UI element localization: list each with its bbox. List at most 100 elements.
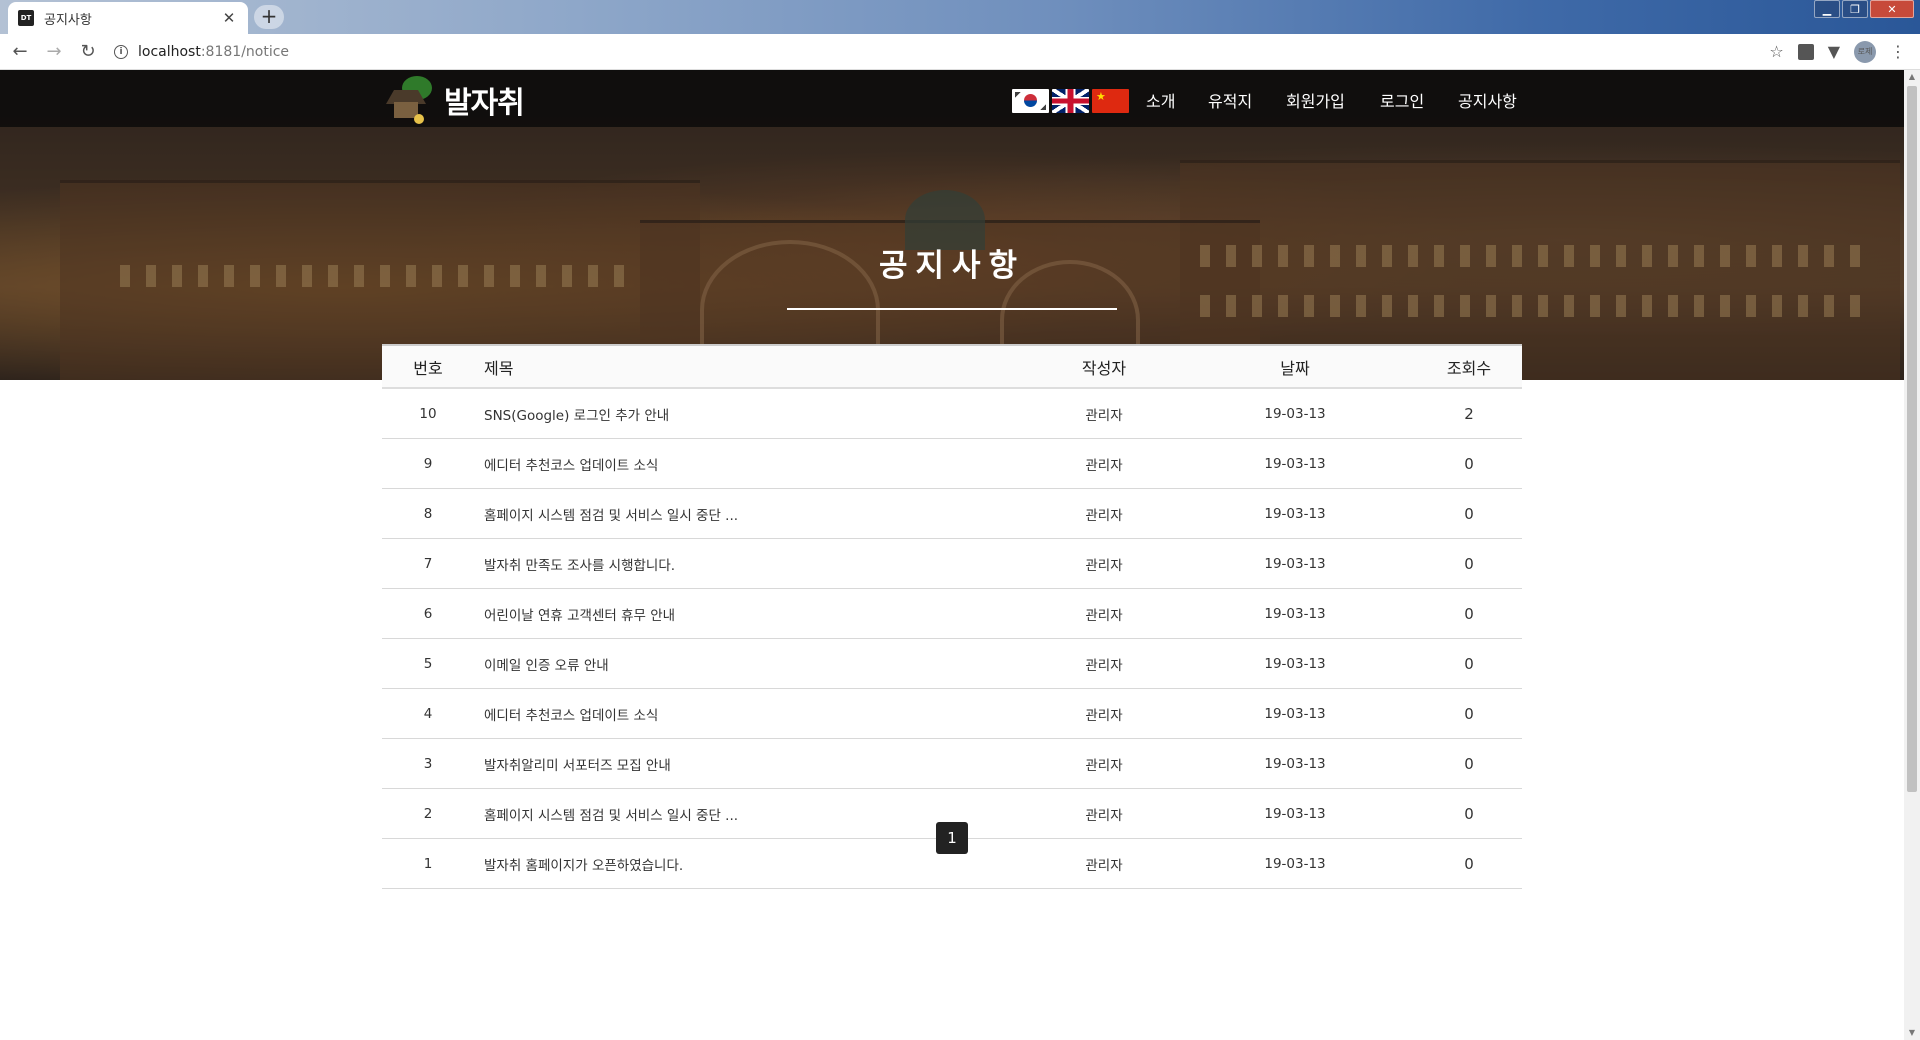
scroll-down-icon[interactable]: ▼ xyxy=(1904,1026,1920,1040)
row-views: 0 xyxy=(1464,754,1474,773)
china-flag-icon[interactable] xyxy=(1092,89,1129,113)
row-writer: 관리자 xyxy=(1085,507,1123,524)
korea-flag-icon[interactable] xyxy=(1012,89,1049,113)
title-underline xyxy=(787,308,1117,310)
row-no: 7 xyxy=(423,555,433,572)
header-views: 조회수 xyxy=(1446,358,1492,378)
bookmark-star-icon[interactable]: ☆ xyxy=(1769,42,1783,61)
site-info-icon[interactable]: i xyxy=(114,44,128,59)
row-views: 0 xyxy=(1464,454,1474,473)
header-writer: 작성자 xyxy=(1081,358,1127,378)
table-row[interactable]: 6 어린이날 연휴 고객센터 휴무 안내 관리자 19-03-13 0 xyxy=(382,589,1522,639)
table-row[interactable]: 3 발자취알리미 서포터즈 모집 안내 관리자 19-03-13 0 xyxy=(382,739,1522,789)
row-writer: 관리자 xyxy=(1085,607,1123,624)
address-bar: ← → ↻ i localhost:8181/notice ☆ I ▼ 로제 ⋮ xyxy=(0,34,1920,70)
table-row[interactable]: 4 에디터 추천코스 업데이트 소식 관리자 19-03-13 0 xyxy=(382,689,1522,739)
window-controls: ▁ ❐ ✕ xyxy=(1814,0,1914,18)
row-title-link[interactable]: 발자취 만족도 조사를 시행합니다. xyxy=(474,554,1034,574)
reload-icon[interactable]: ↻ xyxy=(74,38,102,66)
row-title-link[interactable]: 홈페이지 시스템 점검 및 서비스 일시 중단 ... xyxy=(474,804,1034,824)
nav-item-login[interactable]: 로그인 xyxy=(1380,88,1424,112)
forward-arrow-icon[interactable]: → xyxy=(40,38,68,66)
nav-item-sites[interactable]: 유적지 xyxy=(1208,88,1252,112)
scroll-up-icon[interactable]: ▲ xyxy=(1904,70,1920,84)
hero-banner: 발자취 소개 유적지 회원가입 로그인 공지사항 공지사항 xyxy=(0,70,1904,380)
row-views: 0 xyxy=(1464,554,1474,573)
menu-kebab-icon[interactable]: ⋮ xyxy=(1890,42,1906,61)
table-row[interactable]: 5 이메일 인증 오류 안내 관리자 19-03-13 0 xyxy=(382,639,1522,689)
scroll-thumb[interactable] xyxy=(1907,86,1917,792)
row-no: 4 xyxy=(423,705,433,722)
row-date: 19-03-13 xyxy=(1264,705,1326,722)
nav-item-signup[interactable]: 회원가입 xyxy=(1286,88,1345,112)
row-title-link[interactable]: 홈페이지 시스템 점검 및 서비스 일시 중단 ... xyxy=(474,504,1034,524)
uk-flag-icon[interactable] xyxy=(1052,89,1089,113)
row-writer: 관리자 xyxy=(1085,807,1123,824)
back-arrow-icon[interactable]: ← xyxy=(6,38,34,66)
table-row[interactable]: 7 발자취 만족도 조사를 시행합니다. 관리자 19-03-13 0 xyxy=(382,539,1522,589)
table-row[interactable]: 10 SNS(Google) 로그인 추가 안내 관리자 19-03-13 2 xyxy=(382,389,1522,439)
row-no: 8 xyxy=(423,505,433,522)
row-date: 19-03-13 xyxy=(1264,405,1326,422)
site-favicon-icon: DT xyxy=(18,10,34,26)
header-title: 제목 xyxy=(484,358,514,378)
row-date: 19-03-13 xyxy=(1264,855,1326,872)
row-title-link[interactable]: 발자취알리미 서포터즈 모집 안내 xyxy=(474,754,1034,774)
row-title-link[interactable]: 이메일 인증 오류 안내 xyxy=(474,654,1034,674)
pagination-page-button[interactable]: 1 xyxy=(936,822,968,854)
site-navbar: 발자취 소개 유적지 회원가입 로그인 공지사항 xyxy=(0,70,1904,127)
nav-item-intro[interactable]: 소개 xyxy=(1146,88,1175,112)
row-no: 9 xyxy=(423,455,433,472)
row-no: 1 xyxy=(423,855,433,872)
row-date: 19-03-13 xyxy=(1264,605,1326,622)
row-views: 0 xyxy=(1464,804,1474,823)
row-writer: 관리자 xyxy=(1085,707,1123,724)
nav-menu: 소개 유적지 회원가입 로그인 공지사항 xyxy=(0,70,1904,127)
page-scrollbar[interactable]: ▲ ▼ xyxy=(1904,70,1920,1040)
browser-tab-bar: DT 공지사항 ✕ + ▁ ❐ ✕ xyxy=(0,0,1920,34)
row-no: 6 xyxy=(423,605,433,622)
profile-avatar[interactable]: 로제 xyxy=(1854,40,1876,63)
row-views: 0 xyxy=(1464,854,1474,873)
row-title-link[interactable]: 에디터 추천코스 업데이트 소식 xyxy=(474,704,1034,724)
row-date: 19-03-13 xyxy=(1264,655,1326,672)
row-writer: 관리자 xyxy=(1085,657,1123,674)
row-date: 19-03-13 xyxy=(1264,755,1326,772)
row-date: 19-03-13 xyxy=(1264,505,1326,522)
tab-title: 공지사항 xyxy=(44,12,92,28)
notice-table: 번호 제목 작성자 날짜 조회수 10 SNS(Google) 로그인 추가 안내… xyxy=(382,344,1522,889)
table-row[interactable]: 9 에디터 추천코스 업데이트 소식 관리자 19-03-13 0 xyxy=(382,439,1522,489)
row-date: 19-03-13 xyxy=(1264,805,1326,822)
nav-item-notice[interactable]: 공지사항 xyxy=(1458,88,1517,112)
row-date: 19-03-13 xyxy=(1264,555,1326,572)
header-date: 날짜 xyxy=(1280,358,1310,378)
window-close-icon[interactable]: ✕ xyxy=(1870,0,1914,18)
new-tab-button[interactable]: + xyxy=(254,5,284,29)
row-writer: 관리자 xyxy=(1085,457,1123,474)
extension-v-icon[interactable]: ▼ xyxy=(1828,42,1840,61)
row-views: 2 xyxy=(1464,404,1474,423)
row-no: 10 xyxy=(419,405,437,422)
row-views: 0 xyxy=(1464,654,1474,673)
language-flags xyxy=(1012,89,1129,113)
row-title-link[interactable]: 발자취 홈페이지가 오픈하였습니다. xyxy=(474,854,1034,874)
row-no: 5 xyxy=(423,655,433,672)
extension-icon[interactable]: I xyxy=(1797,43,1814,60)
table-body: 10 SNS(Google) 로그인 추가 안내 관리자 19-03-13 2 9 에디터 … xyxy=(382,389,1522,889)
minimize-icon[interactable]: ▁ xyxy=(1814,0,1840,18)
url-field[interactable]: i localhost:8181/notice xyxy=(114,44,1769,60)
row-title-link[interactable]: SNS(Google) 로그인 추가 안내 xyxy=(474,404,1034,424)
row-views: 0 xyxy=(1464,504,1474,523)
row-writer: 관리자 xyxy=(1085,557,1123,574)
row-writer: 관리자 xyxy=(1085,857,1123,874)
toolbar-right: ☆ I ▼ 로제 ⋮ xyxy=(1769,40,1906,63)
row-writer: 관리자 xyxy=(1085,757,1123,774)
row-title-link[interactable]: 어린이날 연휴 고객센터 휴무 안내 xyxy=(474,604,1034,624)
maximize-icon[interactable]: ❐ xyxy=(1842,0,1868,18)
header-no: 번호 xyxy=(413,358,443,378)
row-title-link[interactable]: 에디터 추천코스 업데이트 소식 xyxy=(474,454,1034,474)
table-row[interactable]: 8 홈페이지 시스템 점검 및 서비스 일시 중단 ... 관리자 19-03-13 0 xyxy=(382,489,1522,539)
tab-close-icon[interactable]: ✕ xyxy=(220,9,238,27)
row-date: 19-03-13 xyxy=(1264,455,1326,472)
browser-tab[interactable]: DT 공지사항 ✕ xyxy=(8,2,248,34)
